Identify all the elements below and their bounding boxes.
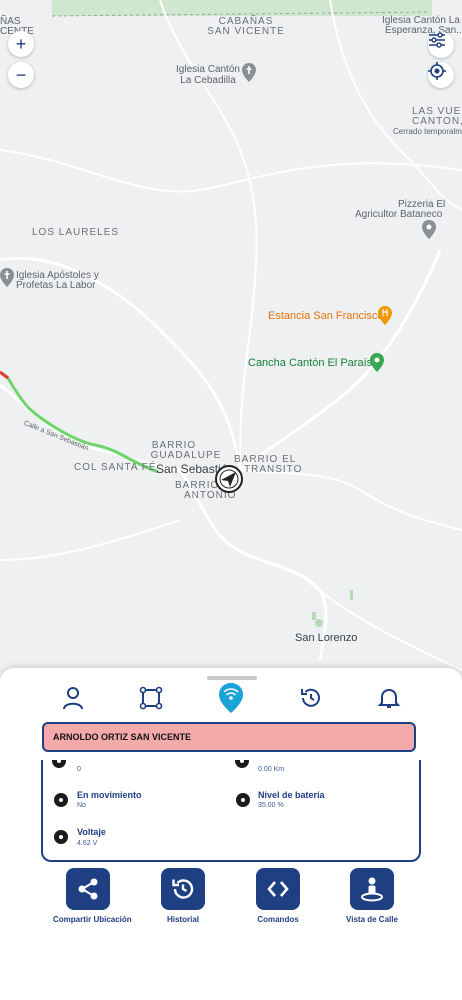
tab-person[interactable] [58,682,88,714]
tab-geofence[interactable] [136,682,166,714]
tab-live-signal[interactable] [216,682,246,714]
church-pin-icon[interactable] [242,63,256,83]
share-button-box[interactable] [66,868,110,910]
tab-notifications[interactable] [374,682,404,714]
map-filter-button[interactable] [428,32,454,58]
street-view-button-box[interactable] [350,868,394,910]
church-pin-icon[interactable] [0,268,14,288]
zoom-out-button[interactable]: − [8,62,34,88]
share-location-button[interactable]: Compartir Ubicación [53,868,132,924]
detail-value: 4.62 V [77,840,98,847]
vehicle-name: ARNOLDO ORTIZ SAN VICENTE [53,732,192,742]
bullet-icon [235,760,249,768]
detail-value: 0 [77,766,81,773]
history-button-box[interactable] [161,868,205,910]
map-label: La Cebadilla [180,75,236,86]
bullet-icon [52,760,66,768]
zoom-in-button[interactable]: + [8,31,34,57]
history-label: Historial [166,915,199,924]
share-icon [78,878,98,900]
share-location-label: Compartir Ubicación [53,915,132,924]
street-view-button[interactable]: Vista de Calle [337,868,407,924]
map-view[interactable]: ÑAS CENTE CABAÑAS SAN VICENTE Iglesia Ca… [0,0,462,700]
history-icon [172,879,194,899]
commands-label: Comandos [257,915,299,924]
bottom-sheet: ARNOLDO ORTIZ SAN VICENTE 0 0.00 Km En m… [0,668,462,1000]
detail-value: 0.00 Km [258,766,285,773]
map-label: Iglesia Cantón [176,64,240,75]
detail-label: Nivel de batería [258,790,325,800]
bell-icon [377,688,401,708]
crosshair-icon [428,62,446,80]
my-location-button[interactable] [428,62,454,88]
detail-value: No [77,802,86,809]
tab-history[interactable] [296,682,326,714]
map-label: Esperanza, San... [385,25,462,36]
park-pin-icon[interactable] [370,353,384,373]
detail-label: Voltaje [77,827,106,837]
map-label: Cancha Cantón El Paraíso [248,357,379,369]
detail-label: En movimiento [77,790,142,800]
map-label: Estancia San Francisco [268,310,384,322]
map-label: TRANSITO [244,464,303,475]
map-label: San Lorenzo [295,632,358,644]
bullet-icon [236,793,250,807]
commands-button-box[interactable] [256,868,300,910]
map-label: Agricultor Bataneco [355,209,443,220]
map-label: SAN VICENTE [207,26,285,37]
detail-value: 35.00 % [258,802,284,809]
bullet-icon [54,830,68,844]
map-roads [0,0,462,671]
map-label: Profetas La Labor [16,280,96,291]
vehicle-details-panel[interactable]: 0 0.00 Km En movimiento No Nivel de bate… [41,760,421,862]
code-brackets-icon [267,881,289,897]
bullet-icon [54,793,68,807]
map-label: Cerrado temporalm [393,127,462,136]
map-label: LOS LAURELES [32,227,120,238]
vehicle-name-bar[interactable]: ARNOLDO ORTIZ SAN VICENTE [42,722,416,752]
map-label: GUADALUPE [150,450,222,461]
vehicle-marker-icon[interactable] [214,464,244,494]
commands-button[interactable]: Comandos [243,868,313,924]
street-view-icon [361,877,383,902]
sheet-drag-handle[interactable] [207,676,257,680]
sliders-icon [429,32,445,48]
history-button[interactable]: Historial [148,868,218,924]
place-pin-icon[interactable] [422,220,436,240]
geofence-icon [139,686,163,710]
live-signal-icon [219,683,243,713]
street-view-label: Vista de Calle [346,915,398,924]
map-label: COL SANTA FÉ [74,462,157,473]
restaurant-pin-icon[interactable] [378,306,392,326]
person-icon [63,687,83,710]
history-icon [301,688,320,707]
